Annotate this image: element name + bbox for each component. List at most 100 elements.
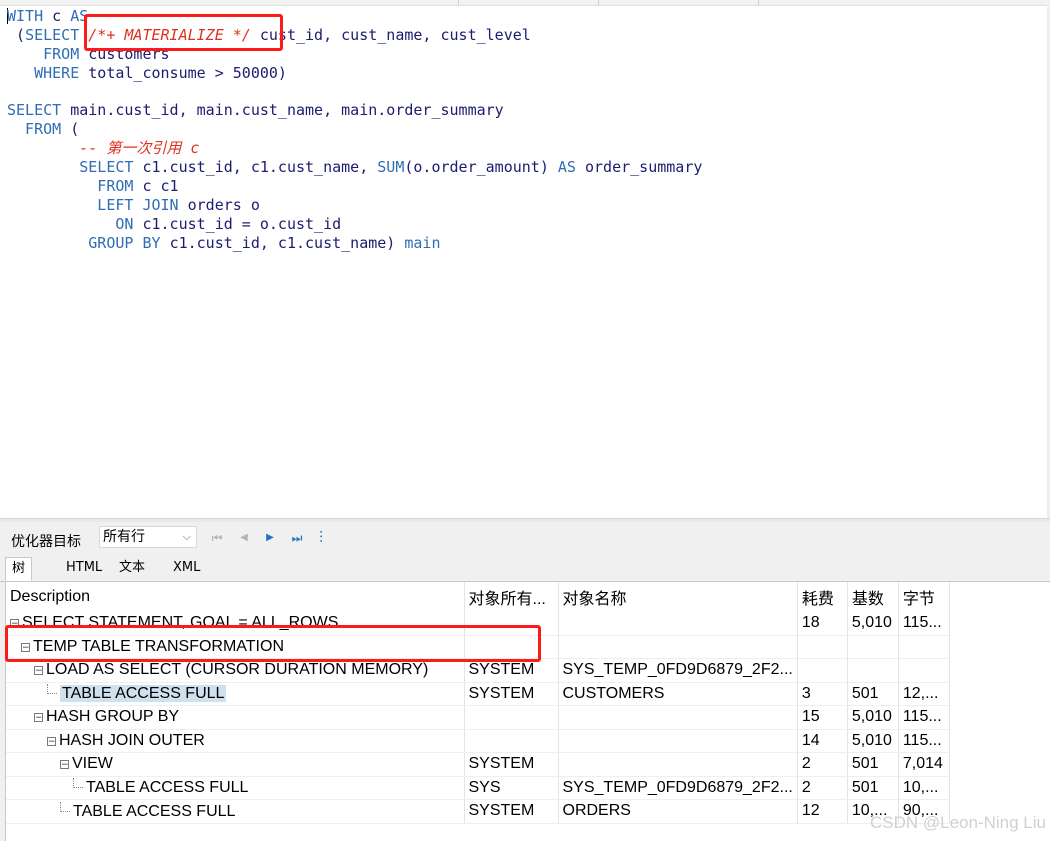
operation-label: HASH GROUP BY [46,708,180,726]
cost-cell: 15 [797,705,848,730]
plan-row[interactable]: TABLE ACCESS FULL SYS SYS_TEMP_0FD9D6879_2… [6,776,950,800]
tree-connector [73,778,83,789]
code-token: c c1 [142,177,179,196]
cost-cell: 14 [797,729,848,753]
code-line: -- 第一次引用 c [7,139,702,158]
operation-label: VIEW [72,755,113,773]
previous-record-icon[interactable]: ◀ [236,529,252,547]
plan-view-tabs: 树 HTML 文本 XML [0,555,1050,582]
bytes-cell: 10,... [898,776,950,800]
object-name-cell: ORDERS [558,799,798,824]
tree-connector [47,684,57,695]
next-record-icon[interactable]: ▶ [262,529,278,547]
plan-row[interactable]: TABLE ACCESS FULL SYSTEM CUSTOMERS 3 501 12,.… [6,682,950,706]
collapse-icon[interactable]: − [60,760,69,770]
explain-plan-panel: 优化器目标 所有行 ⌵ ⏮ ◀ ▶ ⏭ ⫶ 树 HTML 文本 XML Desc… [0,522,1050,841]
editor-top-strip [0,0,1050,6]
tab-tree[interactable]: 树 [5,557,33,581]
column-header-description[interactable]: Description [6,582,465,612]
description-cell: TABLE ACCESS FULL [6,682,465,706]
code-keyword: FROM [7,120,71,139]
tree-node: TABLE ACCESS FULL [10,801,236,820]
code-line: ON c1.cust_id = o.cust_id [7,215,702,234]
cardinality-cell: 501 [847,752,899,777]
column-header-owner[interactable]: 对象所有... [464,582,559,612]
first-record-icon[interactable]: ⏮ [209,529,225,547]
cost-cell: 12 [797,799,848,824]
bytes-cell: 12,... [898,682,950,706]
cost-cell: 2 [797,752,848,777]
code-line: SELECT main.cust_id, main.cust_name, mai… [7,101,702,120]
code-keyword: FROM [7,177,143,196]
bytes-cell: 115... [898,729,950,753]
code-token: cust_id, cust_name, cust_level [250,25,531,44]
description-cell: − VIEW [6,752,465,777]
collapse-icon[interactable]: − [34,713,43,723]
optimizer-goal-select[interactable]: 所有行 ⌵ [99,526,197,548]
sql-editor[interactable]: WITH c AS (SELECT /*+ MATERIALIZE */ cus… [0,0,1050,518]
code-keyword: LEFT JOIN [7,195,188,214]
cost-cell [797,635,848,659]
operation-label: HASH JOIN OUTER [59,731,205,749]
column-header-cardinality[interactable]: 基数 [847,582,899,612]
tab-xml[interactable]: XML [167,557,206,579]
description-cell: − HASH GROUP BY [6,705,465,730]
column-header-bytes[interactable]: 字节 [898,582,950,612]
bytes-cell: 115... [898,705,950,730]
code-keyword: main [404,233,441,252]
code-token: ( [70,120,80,139]
cardinality-cell [847,658,899,683]
code-line: FROM ( [7,120,702,139]
cardinality-cell: 5,010 [847,705,899,730]
cost-cell: 2 [797,776,848,800]
object-name-cell [558,729,798,753]
owner-cell: SYSTEM [464,658,559,683]
settings-icon[interactable]: ⫶ [313,529,329,547]
cardinality-cell [847,635,899,659]
collapse-icon[interactable]: − [34,666,43,676]
last-record-icon[interactable]: ⏭ [289,529,305,547]
code-comment: -- 第一次引用 c [7,139,200,158]
plan-row[interactable]: − HASH JOIN OUTER 14 5,010 115... [6,729,950,753]
cost-cell [797,658,848,683]
materialize-hint-highlight [84,14,283,51]
cost-cell: 3 [797,682,848,706]
code-keyword: AS [557,158,585,177]
owner-cell [464,705,559,730]
cardinality-cell: 5,010 [847,729,899,753]
bytes-cell [898,635,950,659]
cardinality-cell: 501 [847,682,899,706]
chevron-down-icon: ⌵ [182,530,191,543]
description-cell: − LOAD AS SELECT (CURSOR DURATION MEMORY) [6,658,465,683]
tree-node: − HASH JOIN OUTER [10,732,205,749]
code-token: total_consume > 50000) [88,63,287,82]
column-header-object-name[interactable]: 对象名称 [558,582,798,612]
plan-row[interactable]: TABLE ACCESS FULL SYSTEM ORDERS 12 10,... 90,… [6,799,950,824]
plan-row[interactable]: − HASH GROUP BY 15 5,010 115... [6,705,950,730]
bytes-cell [898,658,950,683]
code-line: LEFT JOIN orders o [7,196,702,215]
watermark: CSDN @Leon-Ning Liu [869,813,1046,832]
code-keyword: SELECT [7,158,143,177]
plan-row[interactable]: − LOAD AS SELECT (CURSOR DURATION MEMORY)… [6,658,950,683]
tree-connector [60,801,70,812]
owner-cell: SYS [464,776,559,800]
tab-html[interactable]: HTML [60,557,108,579]
operation-label: TABLE ACCESS FULL [73,802,236,820]
object-name-cell: CUSTOMERS [558,682,798,706]
plan-row[interactable]: − VIEW SYSTEM 2 501 7,014 [6,752,950,777]
object-name-cell [558,635,798,659]
object-name-cell: SYS_TEMP_0FD9D6879_2F2... [558,658,798,683]
description-cell: TABLE ACCESS FULL [6,776,465,800]
code-token: c [52,7,71,25]
owner-cell: SYSTEM [464,752,559,777]
collapse-icon[interactable]: − [47,736,56,746]
tab-text[interactable]: 文本 [113,557,151,579]
code-line: GROUP BY c1.cust_id, c1.cust_name) main [7,234,702,253]
plan-table: Description 对象所有... 对象名称 耗费 基数 字节 − SELEC… [6,582,950,824]
tree-node: − VIEW [10,755,113,772]
column-header-cost[interactable]: 耗费 [797,582,848,612]
code-line: SELECT c1.cust_id, c1.cust_name, SUM(o.o… [7,158,702,177]
code-keyword: SELECT [25,25,89,44]
operation-label: TABLE ACCESS FULL [86,779,249,797]
